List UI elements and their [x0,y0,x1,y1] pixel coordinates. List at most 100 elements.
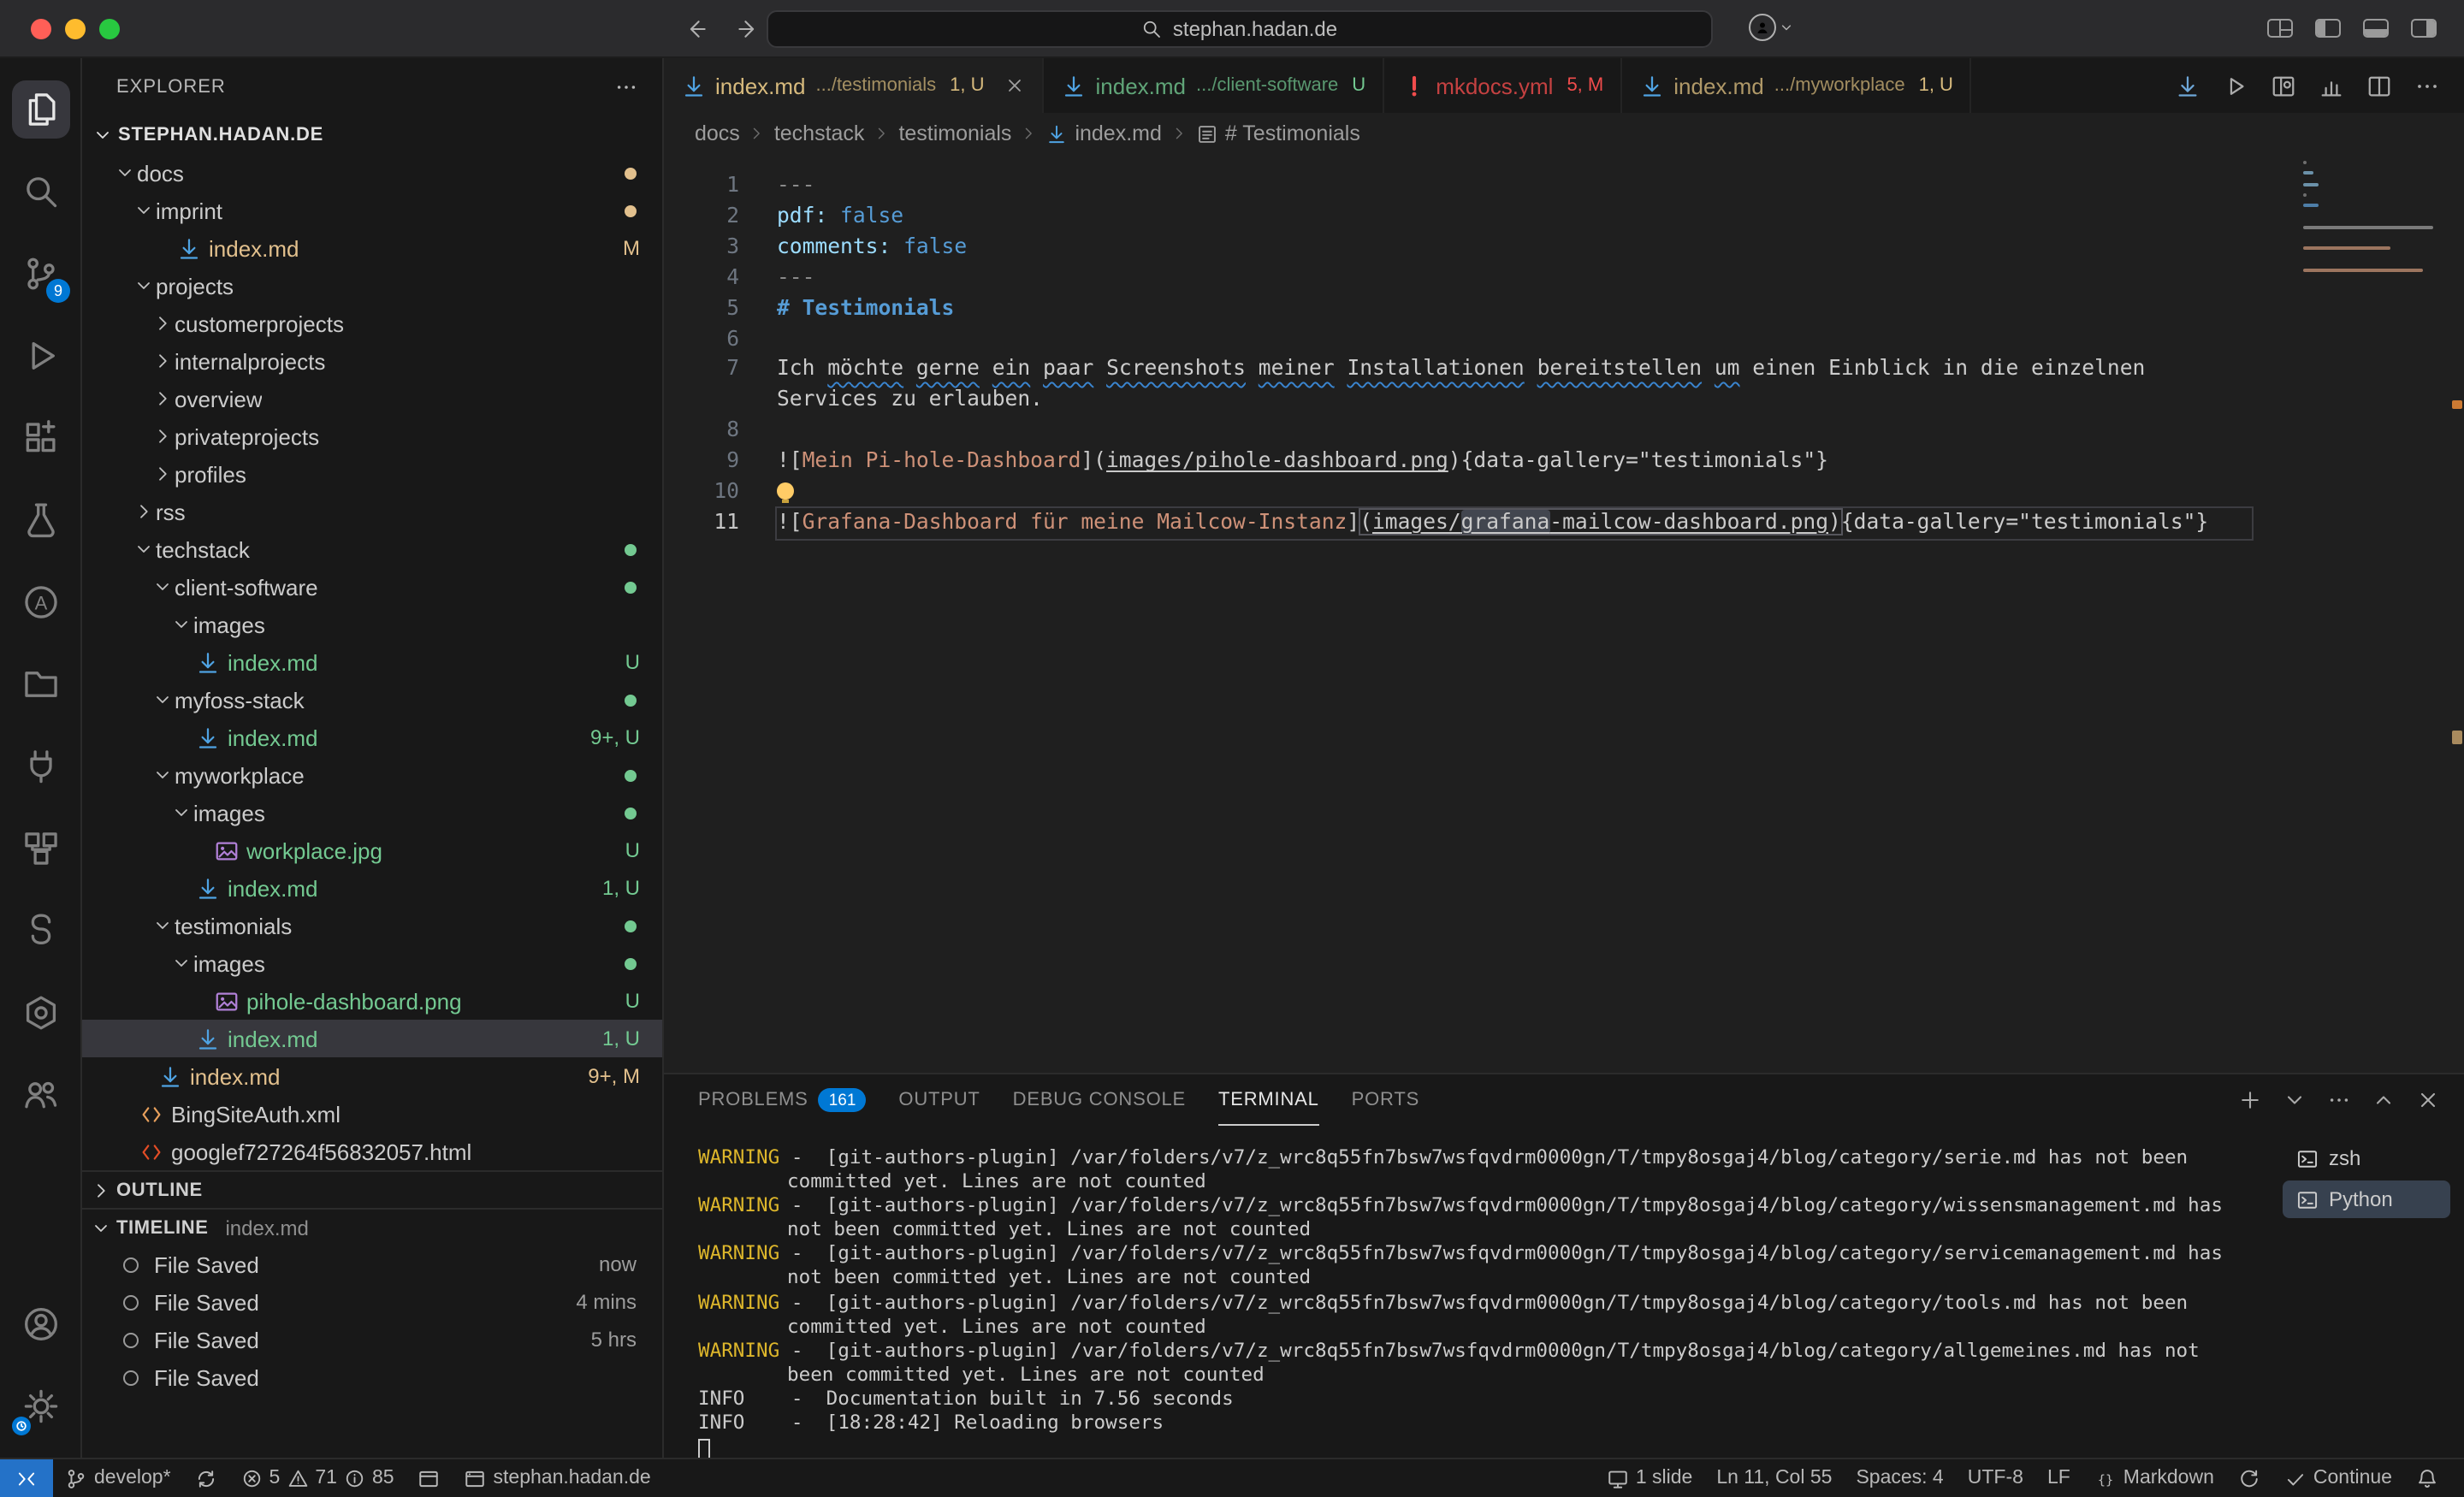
tree-item-images[interactable]: images [82,794,662,831]
timeline-item[interactable]: File Saved4 mins [82,1283,662,1321]
tree-item-BingSiteAuth.xml[interactable]: BingSiteAuth.xml [82,1095,662,1133]
activity-explorer[interactable] [0,68,82,151]
status-sync[interactable] [183,1459,229,1497]
activity-run-debug[interactable] [0,315,82,397]
editor[interactable]: 1---2pdf: false3comments: false4---5# Te… [664,154,2464,1073]
tree-item-images[interactable]: images [82,606,662,643]
activity-source-control[interactable]: 9 [0,233,82,315]
status-slides[interactable]: 1 slide [1595,1459,1705,1497]
tree-item-index.md[interactable]: index.md9+, M [82,1057,662,1095]
tree-item-projects[interactable]: projects [82,267,662,305]
status-cursor-position[interactable]: Ln 11, Col 55 [1704,1459,1844,1497]
activity-settings[interactable] [0,1365,82,1447]
tree-item-images[interactable]: images [82,944,662,982]
back-arrow-icon[interactable] [684,17,708,41]
status-live-site[interactable]: stephan.hadan.de [453,1459,663,1497]
status-sync-status[interactable] [2226,1459,2272,1497]
profile-menu[interactable] [1749,14,1795,41]
code-line-10[interactable]: 10 [664,477,2464,508]
tree-item-index.md[interactable]: index.mdU [82,643,662,681]
views-more-actions-icon[interactable] [614,75,638,99]
tree-item-techstack[interactable]: techstack [82,530,662,568]
panel-tab-debug-console[interactable]: DEBUG CONSOLE [1013,1074,1186,1126]
timeline-section[interactable]: TIMELINE index.md [82,1208,662,1246]
tree-item-customerprojects[interactable]: customerprojects [82,305,662,342]
layout-customize-icon[interactable] [2267,19,2293,38]
maximize-panel-chevron-up-icon[interactable] [2372,1088,2396,1112]
code-line-2[interactable]: 2pdf: false [664,202,2464,233]
status-remote[interactable] [0,1459,53,1497]
status-continue[interactable]: Continue [2272,1459,2404,1497]
activity-python[interactable] [0,890,82,972]
breadcrumb-item[interactable]: docs [695,121,740,145]
traffic-light-minimize[interactable] [65,18,86,38]
status-branch[interactable]: develop* [53,1459,183,1497]
status-eol[interactable]: LF [2035,1459,2082,1497]
status-indentation[interactable]: Spaces: 4 [1844,1459,1955,1497]
activity-accounts-people[interactable] [0,1054,82,1136]
traffic-light-close[interactable] [31,18,51,38]
tree-item-docs[interactable]: docs [82,154,662,192]
tree-item-testimonials[interactable]: testimonials [82,907,662,944]
tree-item-myfoss-stack[interactable]: myfoss-stack [82,681,662,719]
code-line-6[interactable]: 6 [664,324,2464,355]
tab-index.md[interactable]: index.md.../client-softwareU [1045,58,1385,113]
forward-arrow-icon[interactable] [736,17,760,41]
tab-index.md[interactable]: index.md.../myworkplace1, U [1622,58,1972,113]
overview-ruler[interactable] [2450,154,2464,1073]
breadcrumb-item[interactable]: testimonials [898,121,1011,145]
tree-item-workplace.jpg[interactable]: workplace.jpgU [82,831,662,869]
graph-graph-icon[interactable] [2319,73,2344,98]
activity-remote-explorer[interactable] [0,808,82,890]
terminal-instance-zsh[interactable]: zsh [2283,1139,2450,1177]
activity-plug[interactable] [0,725,82,808]
tree-item-rss[interactable]: rss [82,493,662,530]
breadcrumb-item[interactable]: techstack [774,121,865,145]
status-ports[interactable] [406,1459,453,1497]
timeline-item[interactable]: File Savednow [82,1246,662,1283]
activity-account[interactable] [0,1283,82,1365]
activity-circle-a[interactable]: A [0,561,82,643]
code-line-9[interactable]: 9![Mein Pi-hole-Dashboard](images/pihole… [664,447,2464,477]
panel-tab-terminal[interactable]: TERMINAL [1218,1074,1319,1126]
panel-bottom-icon[interactable] [2363,19,2389,38]
command-center[interactable]: stephan.hadan.de [767,10,1713,48]
lightbulb-icon[interactable] [777,482,794,500]
activity-search[interactable] [0,151,82,233]
panel-more-ellipsis-icon[interactable] [2327,1088,2351,1112]
tree-item-googlef727264f56832057.html[interactable]: googlef727264f56832057.html [82,1133,662,1170]
code-line-5[interactable]: 5# Testimonials [664,293,2464,324]
tab-index.md[interactable]: index.md.../testimonials1, U [664,58,1045,113]
activity-project-folder[interactable] [0,643,82,725]
status-language-mode[interactable]: {}Markdown [2082,1459,2226,1497]
tree-item-index.md[interactable]: index.md9+, U [82,719,662,756]
code-line-4[interactable]: 4--- [664,263,2464,293]
terminal-picker-chevron-down-icon[interactable] [2283,1088,2307,1112]
panel-tab-output[interactable]: OUTPUT [898,1074,980,1126]
code-line-8[interactable]: 8 [664,417,2464,447]
tab-mkdocs.yml[interactable]: mkdocs.yml5, M [1384,58,1622,113]
activity-hexagon-tool[interactable] [0,972,82,1054]
breadcrumb-item[interactable]: index.md [1045,121,1161,145]
traffic-light-zoom[interactable] [99,18,120,38]
tree-item-index.md[interactable]: index.mdM [82,229,662,267]
tree-item-myworkplace[interactable]: myworkplace [82,756,662,794]
tree-item-imprint[interactable]: imprint [82,192,662,229]
more-actions-ellipsis-icon[interactable] [2414,73,2440,98]
close-panel-close-icon[interactable] [2416,1088,2440,1112]
status-notifications[interactable] [2404,1459,2450,1497]
activity-extensions[interactable] [0,397,82,479]
code-line-11[interactable]: 11![Grafana-Dashboard für meine Mailcow-… [664,508,2464,539]
panel-tab-ports[interactable]: PORTS [1352,1074,1419,1126]
preview-side-preview-icon[interactable] [2271,73,2296,98]
code-line-3[interactable]: 3comments: false [664,233,2464,263]
code-line-7[interactable]: 7Ich möchte gerne ein paar Screenshots m… [664,355,2464,417]
outline-section[interactable]: OUTLINE [82,1170,662,1208]
tree-item-privateprojects[interactable]: privateprojects [82,417,662,455]
split-editor-split-icon[interactable] [2366,73,2392,98]
timeline-item[interactable]: File Saved [82,1358,662,1396]
tree-item-index.md[interactable]: index.md1, U [82,869,662,907]
tree-item-pihole-dashboard.png[interactable]: pihole-dashboard.pngU [82,982,662,1020]
activity-testing[interactable] [0,479,82,561]
status-problems[interactable]: 57185 [229,1459,406,1497]
